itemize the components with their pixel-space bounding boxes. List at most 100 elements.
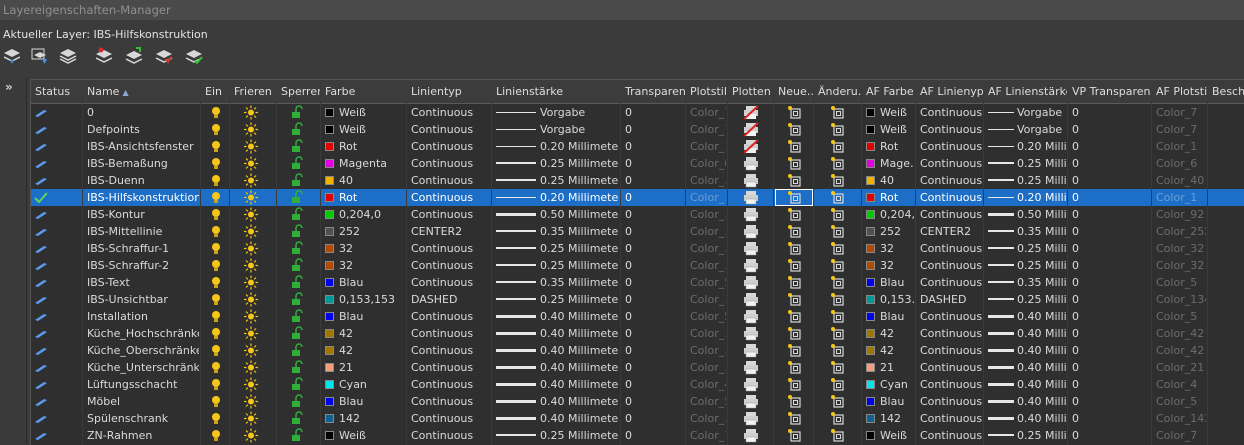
new-vp-freeze-icon[interactable]: [787, 241, 801, 256]
af-color-swatch[interactable]: [866, 159, 875, 168]
color-swatch[interactable]: [325, 227, 334, 236]
layer-states-icon[interactable]: [94, 46, 114, 66]
vp-freeze-icon[interactable]: [830, 156, 844, 171]
af-color-swatch[interactable]: [866, 227, 875, 236]
unlocked-icon[interactable]: [290, 377, 304, 392]
thawed-sun-icon[interactable]: [244, 258, 258, 273]
vp-freeze-icon[interactable]: [830, 394, 844, 409]
new-vp-freeze-icon[interactable]: [787, 224, 801, 239]
new-vp-frozen-layer-icon[interactable]: [30, 46, 50, 66]
col-header-3[interactable]: Frieren: [230, 80, 277, 103]
unlocked-icon[interactable]: [290, 241, 304, 256]
layer-row[interactable]: IBS-Bemaßung Magenta Continuous 0.25 Millim…: [31, 155, 1244, 172]
plot-printer-icon[interactable]: [743, 173, 758, 188]
thawed-sun-icon[interactable]: [244, 275, 258, 290]
col-header-12[interactable]: Änderu…: [814, 80, 862, 103]
unlocked-icon[interactable]: [290, 411, 304, 426]
thawed-sun-icon[interactable]: [244, 326, 258, 341]
on-bulb-icon[interactable]: [209, 411, 223, 426]
col-header-17[interactable]: AF Plotstil: [1152, 80, 1208, 103]
plot-printer-icon[interactable]: [743, 292, 758, 307]
vp-freeze-icon[interactable]: [830, 207, 844, 222]
vp-freeze-icon[interactable]: [830, 326, 844, 341]
plot-printer-icon[interactable]: [743, 428, 758, 443]
on-bulb-icon[interactable]: [209, 139, 223, 154]
color-swatch[interactable]: [325, 125, 334, 134]
on-bulb-icon[interactable]: [209, 343, 223, 358]
thawed-sun-icon[interactable]: [244, 241, 258, 256]
color-swatch[interactable]: [325, 431, 334, 440]
unlocked-icon[interactable]: [290, 122, 304, 137]
new-vp-freeze-icon[interactable]: [787, 343, 801, 358]
thawed-sun-icon[interactable]: [244, 190, 258, 205]
col-header-8[interactable]: Transparenz: [621, 80, 686, 103]
new-vp-freeze-icon[interactable]: [787, 156, 801, 171]
thawed-sun-icon[interactable]: [244, 156, 258, 171]
af-color-swatch[interactable]: [866, 278, 875, 287]
layer-row[interactable]: Defpoints Weiß Continuous Vorgabe 0 Color_7 We…: [31, 121, 1244, 138]
af-color-swatch[interactable]: [866, 431, 875, 440]
layer-row[interactable]: IBS-Mittellinie 252 CENTER2 0.35 Millimeter…: [31, 223, 1244, 240]
layer-row[interactable]: Installation Blau Continuous 0.40 Millimete…: [31, 308, 1244, 325]
af-color-swatch[interactable]: [866, 346, 875, 355]
new-vp-freeze-icon[interactable]: [787, 394, 801, 409]
af-color-swatch[interactable]: [866, 193, 875, 202]
unlocked-icon[interactable]: [290, 224, 304, 239]
af-color-swatch[interactable]: [866, 312, 875, 321]
unlocked-icon[interactable]: [290, 173, 304, 188]
unlocked-icon[interactable]: [290, 292, 304, 307]
plot-printer-icon[interactable]: [743, 309, 758, 324]
thawed-sun-icon[interactable]: [244, 224, 258, 239]
thawed-sun-icon[interactable]: [244, 292, 258, 307]
vp-freeze-icon[interactable]: [830, 377, 844, 392]
plot-printer-icon[interactable]: [743, 343, 758, 358]
new-layer-icon[interactable]: [2, 46, 22, 66]
set-current-icon[interactable]: [124, 46, 144, 66]
thawed-sun-icon[interactable]: [244, 428, 258, 443]
col-header-4[interactable]: Sperren: [277, 80, 321, 103]
color-swatch[interactable]: [325, 108, 334, 117]
color-swatch[interactable]: [325, 414, 334, 423]
vp-freeze-icon[interactable]: [830, 122, 844, 137]
layer-row[interactable]: Küche_Oberschränke 42 Continuous 0.40 Milli…: [31, 342, 1244, 359]
color-swatch[interactable]: [325, 193, 334, 202]
no-plot-icon[interactable]: [743, 139, 759, 154]
on-bulb-icon[interactable]: [209, 360, 223, 375]
af-color-swatch[interactable]: [866, 363, 875, 372]
expand-filter-icon[interactable]: »: [5, 80, 13, 94]
on-bulb-icon[interactable]: [209, 173, 223, 188]
layer-row[interactable]: IBS-Hilfskonstruktion Rot Continuous 0.20 M…: [31, 189, 1244, 206]
color-swatch[interactable]: [325, 142, 334, 151]
col-header-9[interactable]: Plotstil: [686, 80, 728, 103]
thawed-sun-icon[interactable]: [244, 411, 258, 426]
unlocked-icon[interactable]: [290, 105, 304, 120]
col-header-16[interactable]: VP Transparenz: [1068, 80, 1152, 103]
on-bulb-icon[interactable]: [209, 258, 223, 273]
vp-freeze-icon[interactable]: [830, 241, 844, 256]
new-vp-freeze-icon[interactable]: [787, 173, 801, 188]
af-color-swatch[interactable]: [866, 176, 875, 185]
on-bulb-icon[interactable]: [209, 156, 223, 171]
on-bulb-icon[interactable]: [209, 428, 223, 443]
new-vp-freeze-icon[interactable]: [787, 326, 801, 341]
thawed-sun-icon[interactable]: [244, 105, 258, 120]
layer-row[interactable]: IBS-Text Blau Continuous 0.35 Millimeter 0 Co…: [31, 274, 1244, 291]
layer-row[interactable]: IBS-Kontur 0,204,0 Continuous 0.50 Millimet…: [31, 206, 1244, 223]
af-color-swatch[interactable]: [866, 108, 875, 117]
af-color-swatch[interactable]: [866, 210, 875, 219]
layer-row[interactable]: Küche_Hochschränke 42 Continuous 0.40 Milli…: [31, 325, 1244, 342]
layer-row[interactable]: IBS-Unsichtbar 0,153,153 DASHED 0.25 Millim…: [31, 291, 1244, 308]
layer-row[interactable]: ZN-Rahmen Weiß Continuous 0.25 Millimeter 0 C…: [31, 427, 1244, 444]
thawed-sun-icon[interactable]: [244, 360, 258, 375]
plot-printer-icon[interactable]: [743, 190, 758, 205]
new-vp-freeze-icon[interactable]: [787, 105, 801, 120]
on-bulb-icon[interactable]: [209, 105, 223, 120]
af-color-swatch[interactable]: [866, 244, 875, 253]
plot-printer-icon[interactable]: [743, 394, 758, 409]
delete-layer-icon[interactable]: [58, 46, 78, 66]
thawed-sun-icon[interactable]: [244, 377, 258, 392]
thawed-sun-icon[interactable]: [244, 139, 258, 154]
thawed-sun-icon[interactable]: [244, 394, 258, 409]
new-vp-freeze-icon[interactable]: [787, 309, 801, 324]
layer-row[interactable]: IBS-Schraffur-1 32 Continuous 0.25 Millimet…: [31, 240, 1244, 257]
